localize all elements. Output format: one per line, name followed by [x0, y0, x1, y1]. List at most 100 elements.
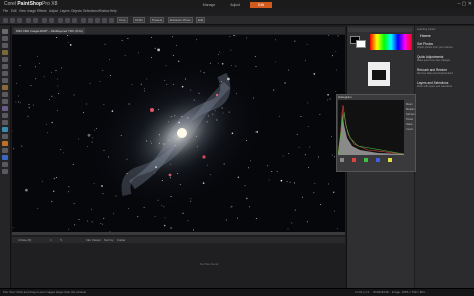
star [72, 164, 74, 165]
star [209, 62, 211, 64]
organizer-tab-edit[interactable]: ✎ [60, 237, 63, 243]
channel-checkbox-green[interactable] [364, 158, 368, 162]
menu-file[interactable]: File [3, 9, 8, 15]
flip-icon[interactable] [49, 18, 54, 23]
star [169, 177, 171, 179]
organizer-tab-tags[interactable]: 4 Note (0) [18, 237, 31, 243]
star [16, 82, 17, 84]
star [27, 115, 29, 117]
dropper-tool-icon[interactable] [2, 57, 8, 62]
eraser-tool-icon[interactable] [2, 134, 8, 139]
edit-mode-button[interactable]: Edit [196, 17, 206, 23]
background-swatch[interactable] [356, 40, 366, 48]
menu-objects[interactable]: Objects [71, 9, 82, 15]
fill-tool-icon[interactable] [2, 141, 8, 146]
channel-checkbox-blue[interactable] [376, 158, 380, 162]
tab-edit[interactable]: Edit [250, 2, 272, 8]
menu-help[interactable]: Help [110, 9, 117, 15]
star [256, 131, 258, 133]
red-eye-tool-icon[interactable] [2, 85, 8, 90]
star [168, 140, 170, 141]
clone-tool-icon[interactable] [2, 99, 8, 104]
pen-tool-icon[interactable] [2, 162, 8, 167]
menu-adjust[interactable]: Adjust [49, 9, 58, 15]
channel-checkbox-hue[interactable] [388, 158, 392, 162]
organizer-info-viewer[interactable]: Info Viewer [86, 237, 101, 243]
empty-message: No files found [200, 262, 219, 266]
star [296, 134, 298, 135]
star [206, 164, 208, 166]
star [284, 82, 286, 84]
menu-edit[interactable]: Edit [11, 9, 17, 15]
image-canvas[interactable] [12, 35, 345, 232]
tab-adjust[interactable]: Adjust [224, 2, 246, 8]
zoom-select[interactable]: 101% [133, 17, 145, 23]
horizontal-scrollbar[interactable] [12, 232, 345, 235]
warp-tool-icon[interactable] [2, 169, 8, 174]
crop-button[interactable]: Crop [117, 17, 128, 23]
star [332, 55, 333, 57]
menu-view[interactable]: View [19, 9, 26, 15]
crop-icon[interactable] [81, 18, 86, 23]
star [304, 60, 306, 61]
eraser-icon[interactable] [109, 18, 114, 23]
organizer-tab-view[interactable]: □ [50, 237, 52, 243]
star [177, 60, 180, 63]
color-palette[interactable] [370, 34, 412, 50]
lighten-tool-icon[interactable] [2, 120, 8, 125]
redo-icon[interactable] [33, 18, 38, 23]
star [56, 78, 58, 80]
shape-tool-icon[interactable] [2, 155, 8, 160]
text-tool-icon[interactable] [2, 148, 8, 153]
straighten-icon[interactable] [88, 18, 93, 23]
text-icon[interactable] [95, 18, 100, 23]
star [128, 103, 130, 105]
menu-layers[interactable]: Layers [60, 9, 70, 15]
straighten-tool-icon[interactable] [2, 71, 8, 76]
paint-brush-tool-icon[interactable] [2, 127, 8, 132]
menu-selections[interactable]: Selections [83, 9, 98, 15]
document-tab[interactable]: M33 CBG ImageLRGB* – Multilayered TIFF (… [14, 28, 85, 34]
save-icon[interactable] [17, 18, 22, 23]
pan-tool-icon[interactable] [2, 29, 8, 34]
star [291, 222, 293, 224]
window-controls[interactable]: – ▢ ✕ [458, 1, 472, 7]
presets-button[interactable]: Presets [150, 17, 165, 23]
enhance-photo-button[interactable]: Enhance Photo [168, 17, 193, 23]
star [282, 155, 284, 157]
menu-image[interactable]: Image [27, 9, 36, 15]
makeover-tool-icon[interactable] [2, 92, 8, 97]
smudge-tool-icon[interactable] [2, 113, 8, 118]
menu-window[interactable]: Window [98, 9, 109, 15]
star [231, 205, 233, 207]
crop-tool-icon[interactable] [2, 64, 8, 69]
open-icon[interactable] [10, 18, 15, 23]
brush-icon[interactable] [102, 18, 107, 23]
organizer-sort-by[interactable]: Sort by [104, 237, 114, 243]
star [99, 81, 101, 83]
menu-effects[interactable]: Effects [37, 9, 47, 15]
undo-icon[interactable] [26, 18, 31, 23]
select-icon[interactable] [58, 18, 63, 23]
star [56, 37, 57, 38]
new-icon[interactable] [3, 18, 8, 23]
star [87, 133, 91, 137]
rotate-icon[interactable] [42, 18, 47, 23]
selection-tool-icon[interactable] [2, 50, 8, 55]
pan-icon[interactable] [65, 18, 70, 23]
zoom-tool-icon[interactable] [2, 36, 8, 41]
channel-checkbox-lum[interactable] [340, 158, 344, 162]
perspective-tool-icon[interactable] [2, 78, 8, 83]
pick-tool-icon[interactable] [2, 43, 8, 48]
tab-manage[interactable]: Manage [198, 2, 220, 8]
star [181, 116, 183, 117]
zoom-icon[interactable] [72, 18, 77, 23]
star [288, 69, 289, 71]
star [209, 174, 211, 175]
star [52, 190, 55, 193]
channel-checkbox-red[interactable] [352, 158, 356, 162]
organizer-folder[interactable]: Folder [117, 237, 126, 243]
star [154, 172, 156, 174]
star [103, 104, 105, 105]
dodge-tool-icon[interactable] [2, 106, 8, 111]
